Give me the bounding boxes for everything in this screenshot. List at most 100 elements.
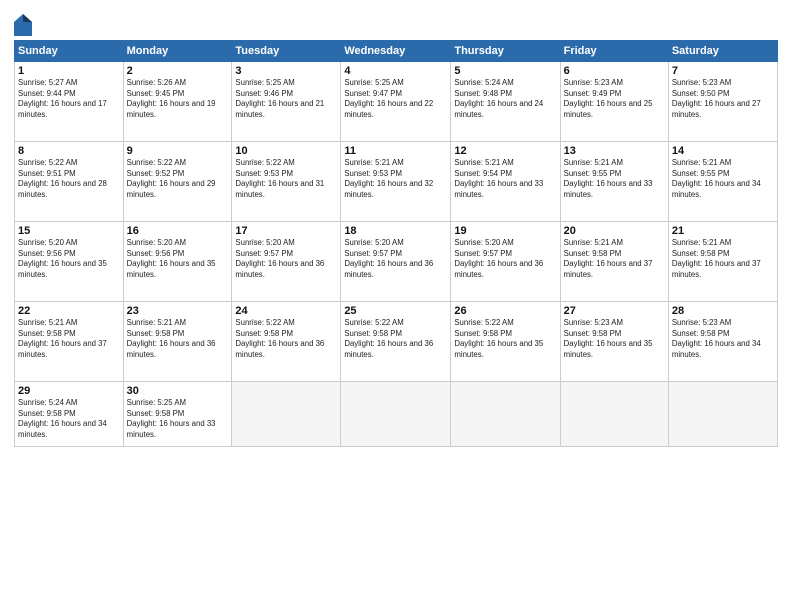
day-number: 20: [564, 225, 665, 237]
calendar-cell-21: 21Sunrise: 5:21 AMSunset: 9:58 PMDayligh…: [668, 222, 777, 302]
day-number: 30: [127, 385, 229, 397]
calendar-cell-18: 18Sunrise: 5:20 AMSunset: 9:57 PMDayligh…: [341, 222, 451, 302]
calendar-cell-2: 2Sunrise: 5:26 AMSunset: 9:45 PMDaylight…: [123, 62, 232, 142]
day-info: Sunrise: 5:20 AMSunset: 9:56 PMDaylight:…: [18, 238, 120, 280]
header: [14, 10, 778, 36]
day-number: 28: [672, 305, 774, 317]
calendar-cell-1: 1Sunrise: 5:27 AMSunset: 9:44 PMDaylight…: [15, 62, 124, 142]
day-number: 5: [454, 65, 556, 77]
day-number: 7: [672, 65, 774, 77]
day-number: 13: [564, 145, 665, 157]
day-number: 21: [672, 225, 774, 237]
day-info: Sunrise: 5:20 AMSunset: 9:56 PMDaylight:…: [127, 238, 229, 280]
day-number: 3: [235, 65, 337, 77]
calendar-table: SundayMondayTuesdayWednesdayThursdayFrid…: [14, 40, 778, 447]
calendar-cell-16: 16Sunrise: 5:20 AMSunset: 9:56 PMDayligh…: [123, 222, 232, 302]
calendar-cell-28: 28Sunrise: 5:23 AMSunset: 9:58 PMDayligh…: [668, 302, 777, 382]
day-info: Sunrise: 5:23 AMSunset: 9:50 PMDaylight:…: [672, 78, 774, 120]
weekday-header-friday: Friday: [560, 41, 668, 62]
calendar-cell-19: 19Sunrise: 5:20 AMSunset: 9:57 PMDayligh…: [451, 222, 560, 302]
day-info: Sunrise: 5:22 AMSunset: 9:52 PMDaylight:…: [127, 158, 229, 200]
day-info: Sunrise: 5:27 AMSunset: 9:44 PMDaylight:…: [18, 78, 120, 120]
day-number: 10: [235, 145, 337, 157]
calendar-week-4: 22Sunrise: 5:21 AMSunset: 9:58 PMDayligh…: [15, 302, 778, 382]
day-number: 29: [18, 385, 120, 397]
calendar-cell-12: 12Sunrise: 5:21 AMSunset: 9:54 PMDayligh…: [451, 142, 560, 222]
calendar-cell-empty: [232, 382, 341, 447]
day-number: 19: [454, 225, 556, 237]
day-info: Sunrise: 5:22 AMSunset: 9:58 PMDaylight:…: [344, 318, 447, 360]
calendar-cell-25: 25Sunrise: 5:22 AMSunset: 9:58 PMDayligh…: [341, 302, 451, 382]
calendar-cell-26: 26Sunrise: 5:22 AMSunset: 9:58 PMDayligh…: [451, 302, 560, 382]
calendar-cell-17: 17Sunrise: 5:20 AMSunset: 9:57 PMDayligh…: [232, 222, 341, 302]
calendar-cell-24: 24Sunrise: 5:22 AMSunset: 9:58 PMDayligh…: [232, 302, 341, 382]
day-info: Sunrise: 5:20 AMSunset: 9:57 PMDaylight:…: [454, 238, 556, 280]
day-number: 2: [127, 65, 229, 77]
day-info: Sunrise: 5:26 AMSunset: 9:45 PMDaylight:…: [127, 78, 229, 120]
weekday-header-wednesday: Wednesday: [341, 41, 451, 62]
day-number: 14: [672, 145, 774, 157]
calendar-cell-8: 8Sunrise: 5:22 AMSunset: 9:51 PMDaylight…: [15, 142, 124, 222]
day-info: Sunrise: 5:25 AMSunset: 9:46 PMDaylight:…: [235, 78, 337, 120]
calendar-cell-empty: [560, 382, 668, 447]
day-info: Sunrise: 5:25 AMSunset: 9:58 PMDaylight:…: [127, 398, 229, 440]
day-number: 1: [18, 65, 120, 77]
day-info: Sunrise: 5:21 AMSunset: 9:55 PMDaylight:…: [672, 158, 774, 200]
calendar-week-5: 29Sunrise: 5:24 AMSunset: 9:58 PMDayligh…: [15, 382, 778, 447]
calendar-cell-14: 14Sunrise: 5:21 AMSunset: 9:55 PMDayligh…: [668, 142, 777, 222]
day-number: 6: [564, 65, 665, 77]
day-number: 22: [18, 305, 120, 317]
day-number: 15: [18, 225, 120, 237]
day-number: 11: [344, 145, 447, 157]
day-number: 17: [235, 225, 337, 237]
weekday-header-row: SundayMondayTuesdayWednesdayThursdayFrid…: [15, 41, 778, 62]
day-info: Sunrise: 5:24 AMSunset: 9:48 PMDaylight:…: [454, 78, 556, 120]
day-info: Sunrise: 5:21 AMSunset: 9:58 PMDaylight:…: [564, 238, 665, 280]
calendar-cell-29: 29Sunrise: 5:24 AMSunset: 9:58 PMDayligh…: [15, 382, 124, 447]
day-number: 16: [127, 225, 229, 237]
weekday-header-thursday: Thursday: [451, 41, 560, 62]
calendar-cell-6: 6Sunrise: 5:23 AMSunset: 9:49 PMDaylight…: [560, 62, 668, 142]
day-info: Sunrise: 5:23 AMSunset: 9:58 PMDaylight:…: [672, 318, 774, 360]
day-info: Sunrise: 5:21 AMSunset: 9:53 PMDaylight:…: [344, 158, 447, 200]
calendar-cell-22: 22Sunrise: 5:21 AMSunset: 9:58 PMDayligh…: [15, 302, 124, 382]
calendar-cell-4: 4Sunrise: 5:25 AMSunset: 9:47 PMDaylight…: [341, 62, 451, 142]
calendar-cell-20: 20Sunrise: 5:21 AMSunset: 9:58 PMDayligh…: [560, 222, 668, 302]
calendar-cell-30: 30Sunrise: 5:25 AMSunset: 9:58 PMDayligh…: [123, 382, 232, 447]
weekday-header-sunday: Sunday: [15, 41, 124, 62]
day-number: 26: [454, 305, 556, 317]
day-number: 8: [18, 145, 120, 157]
calendar-cell-11: 11Sunrise: 5:21 AMSunset: 9:53 PMDayligh…: [341, 142, 451, 222]
calendar-cell-13: 13Sunrise: 5:21 AMSunset: 9:55 PMDayligh…: [560, 142, 668, 222]
day-info: Sunrise: 5:23 AMSunset: 9:58 PMDaylight:…: [564, 318, 665, 360]
day-info: Sunrise: 5:21 AMSunset: 9:55 PMDaylight:…: [564, 158, 665, 200]
calendar-week-2: 8Sunrise: 5:22 AMSunset: 9:51 PMDaylight…: [15, 142, 778, 222]
calendar-page: SundayMondayTuesdayWednesdayThursdayFrid…: [0, 0, 792, 612]
day-info: Sunrise: 5:25 AMSunset: 9:47 PMDaylight:…: [344, 78, 447, 120]
day-info: Sunrise: 5:22 AMSunset: 9:58 PMDaylight:…: [454, 318, 556, 360]
day-number: 18: [344, 225, 447, 237]
calendar-cell-5: 5Sunrise: 5:24 AMSunset: 9:48 PMDaylight…: [451, 62, 560, 142]
logo: [14, 14, 35, 36]
day-info: Sunrise: 5:20 AMSunset: 9:57 PMDaylight:…: [235, 238, 337, 280]
day-number: 12: [454, 145, 556, 157]
weekday-header-saturday: Saturday: [668, 41, 777, 62]
day-number: 25: [344, 305, 447, 317]
calendar-cell-10: 10Sunrise: 5:22 AMSunset: 9:53 PMDayligh…: [232, 142, 341, 222]
calendar-cell-23: 23Sunrise: 5:21 AMSunset: 9:58 PMDayligh…: [123, 302, 232, 382]
calendar-week-3: 15Sunrise: 5:20 AMSunset: 9:56 PMDayligh…: [15, 222, 778, 302]
day-info: Sunrise: 5:21 AMSunset: 9:58 PMDaylight:…: [672, 238, 774, 280]
day-info: Sunrise: 5:23 AMSunset: 9:49 PMDaylight:…: [564, 78, 665, 120]
day-info: Sunrise: 5:21 AMSunset: 9:54 PMDaylight:…: [454, 158, 556, 200]
logo-icon: [14, 14, 32, 36]
calendar-cell-27: 27Sunrise: 5:23 AMSunset: 9:58 PMDayligh…: [560, 302, 668, 382]
calendar-cell-15: 15Sunrise: 5:20 AMSunset: 9:56 PMDayligh…: [15, 222, 124, 302]
calendar-cell-3: 3Sunrise: 5:25 AMSunset: 9:46 PMDaylight…: [232, 62, 341, 142]
day-number: 23: [127, 305, 229, 317]
calendar-cell-9: 9Sunrise: 5:22 AMSunset: 9:52 PMDaylight…: [123, 142, 232, 222]
calendar-cell-7: 7Sunrise: 5:23 AMSunset: 9:50 PMDaylight…: [668, 62, 777, 142]
calendar-cell-empty: [668, 382, 777, 447]
day-number: 27: [564, 305, 665, 317]
calendar-cell-empty: [451, 382, 560, 447]
day-info: Sunrise: 5:22 AMSunset: 9:53 PMDaylight:…: [235, 158, 337, 200]
